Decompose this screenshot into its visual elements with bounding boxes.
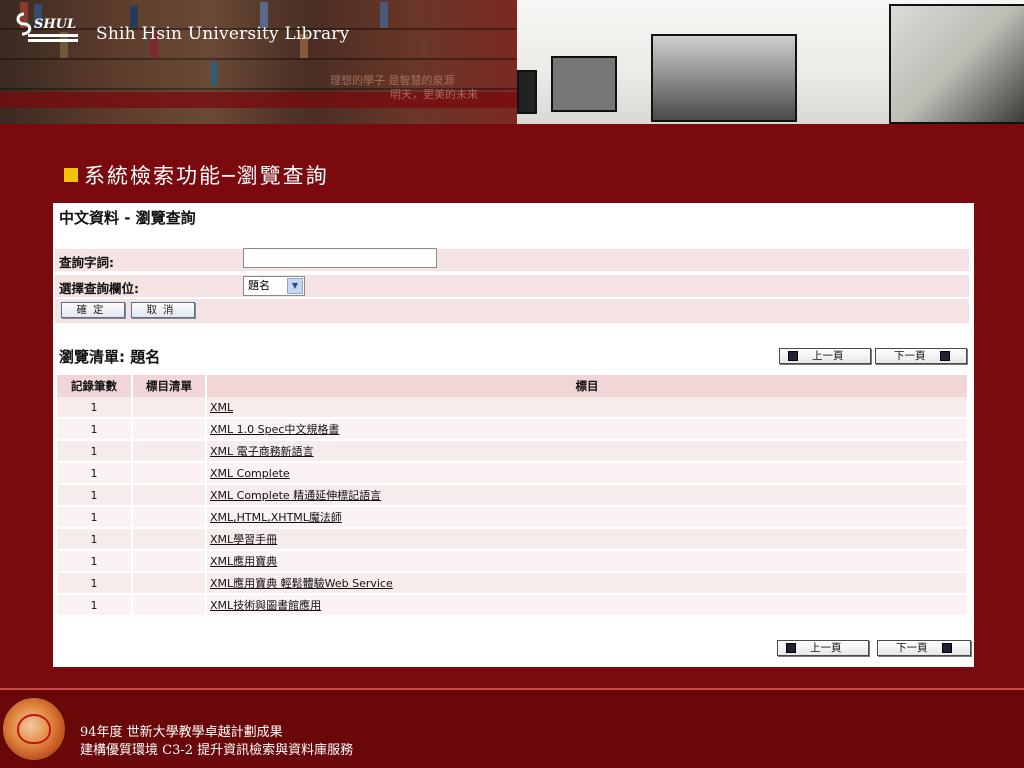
row-list-cell (132, 594, 207, 617)
row-heading-cell: XML應用寶典 (206, 550, 969, 573)
table-row: 1 XML學習手冊 (57, 528, 969, 551)
row-list-cell (132, 397, 207, 419)
prev-arrow-icon (786, 643, 796, 653)
footer-text: 94年度 世新大學教學卓越計劃成果 建構優質環境 C3-2 提升資訊檢索與資料庫… (80, 724, 353, 760)
row-count: 1 (57, 418, 133, 441)
row-list-cell (132, 440, 207, 463)
browse-query-screenshot: 中文資料 - 瀏覽查詢 查詢字詞: 選擇查詢欄位: 題名 ▼ 確定 取消 瀏覽清… (53, 203, 974, 667)
row-count: 1 (57, 484, 133, 507)
next-page-button-bottom[interactable]: 下一頁 (877, 640, 971, 656)
row-count: 1 (57, 506, 133, 529)
library-logo: SHUL (10, 8, 90, 48)
row-heading-cell: XML 電子商務新語言 (206, 440, 969, 463)
query-input[interactable] (243, 248, 437, 268)
col-list: 標目清單 (132, 375, 207, 397)
query-label: 查詢字詞: (59, 255, 114, 270)
slide-title: 系統檢索功能─瀏覽查詢 (64, 160, 329, 190)
heading-link[interactable]: XML學習手冊 (210, 533, 277, 546)
row-count: 1 (57, 594, 133, 617)
confirm-button[interactable]: 確定 (61, 302, 125, 318)
prev-arrow-icon (788, 351, 798, 361)
table-row: 1 XML (57, 397, 969, 419)
row-count: 1 (57, 550, 133, 573)
bookshelf-image: SHUL Shih Hsin University Library 理想的學子 … (0, 0, 517, 124)
row-heading-cell: XML技術與圖書館應用 (206, 594, 969, 617)
query-row: 查詢字詞: (55, 248, 969, 271)
footer-line-2: 建構優質環境 C3-2 提升資訊檢索與資料庫服務 (80, 743, 354, 758)
row-list-cell (132, 506, 207, 529)
heading-link[interactable]: XML應用寶典 (210, 555, 277, 568)
table-row: 1 XML技術與圖書館應用 (57, 594, 969, 617)
cancel-button[interactable]: 取消 (131, 302, 195, 318)
heading-link[interactable]: XML Complete (210, 467, 290, 480)
page-title: 中文資料 - 瀏覽查詢 (59, 209, 196, 227)
row-heading-cell: XML應用寶典 輕鬆體驗Web Service (206, 572, 969, 595)
table-row: 1 XML應用寶典 (57, 550, 969, 573)
row-heading-cell: XML Complete 精通延伸標記語言 (206, 484, 969, 507)
row-count: 1 (57, 397, 133, 419)
next-page-button-top[interactable]: 下一頁 (875, 348, 967, 364)
field-select[interactable]: 題名 ▼ (243, 276, 305, 296)
row-count: 1 (57, 440, 133, 463)
heading-link[interactable]: XML 電子商務新語言 (210, 445, 314, 458)
browse-list-title: 瀏覽清單: 題名 (59, 348, 161, 366)
library-name: Shih Hsin University Library (96, 24, 350, 44)
heading-link[interactable]: XML Complete 精通延伸標記語言 (210, 489, 381, 502)
bullet-icon (64, 168, 78, 182)
table-row: 1 XML 1.0 Spec中文規格書 (57, 418, 969, 441)
row-heading-cell: XML Complete (206, 462, 969, 485)
table-row: 1 XML應用寶典 輕鬆體驗Web Service (57, 572, 969, 595)
heading-link[interactable]: XML,HTML,XHTML魔法師 (210, 511, 342, 524)
table-row: 1 XML Complete 精通延伸標記語言 (57, 484, 969, 507)
row-count: 1 (57, 462, 133, 485)
row-count: 1 (57, 572, 133, 595)
svg-text:SHUL: SHUL (34, 17, 76, 32)
row-list-cell (132, 484, 207, 507)
table-row: 1 XML Complete (57, 462, 969, 485)
table-row: 1 XML,HTML,XHTML魔法師 (57, 506, 969, 529)
heading-link[interactable]: XML 1.0 Spec中文規格書 (210, 423, 339, 436)
gallery-image (517, 0, 1024, 124)
row-list-cell (132, 462, 207, 485)
prev-page-button-bottom[interactable]: 上一頁 (777, 640, 869, 656)
row-count: 1 (57, 528, 133, 551)
row-list-cell (132, 528, 207, 551)
university-seal-icon (2, 697, 66, 761)
prev-page-button-top[interactable]: 上一頁 (779, 348, 871, 364)
row-list-cell (132, 550, 207, 573)
library-motto: 理想的學子 是智慧的泉源 明天，更美的未來 (330, 74, 478, 101)
field-row: 選擇查詢欄位: 題名 ▼ (55, 275, 969, 297)
heading-link[interactable]: XML技術與圖書館應用 (210, 599, 321, 612)
heading-link[interactable]: XML (210, 401, 233, 414)
row-list-cell (132, 418, 207, 441)
col-heading: 標目 (206, 375, 969, 397)
chevron-down-icon: ▼ (287, 278, 303, 294)
row-heading-cell: XML學習手冊 (206, 528, 969, 551)
next-arrow-icon (942, 643, 952, 653)
row-list-cell (132, 572, 207, 595)
row-heading-cell: XML (206, 397, 969, 419)
results-table: 記錄筆數 標目清單 標目 1 XML 1 XML 1.0 Spec中文規格書 1 XML … (57, 375, 969, 617)
next-arrow-icon (940, 351, 950, 361)
col-count: 記錄筆數 (57, 375, 133, 397)
header-banner: SHUL Shih Hsin University Library 理想的學子 … (0, 0, 1024, 124)
table-row: 1 XML 電子商務新語言 (57, 440, 969, 463)
button-row: 確定 取消 (55, 299, 969, 323)
row-heading-cell: XML 1.0 Spec中文規格書 (206, 418, 969, 441)
heading-link[interactable]: XML應用寶典 輕鬆體驗Web Service (210, 577, 393, 590)
field-label: 選擇查詢欄位: (59, 281, 139, 296)
row-heading-cell: XML,HTML,XHTML魔法師 (206, 506, 969, 529)
footer-line-1: 94年度 世新大學教學卓越計劃成果 (80, 725, 283, 740)
